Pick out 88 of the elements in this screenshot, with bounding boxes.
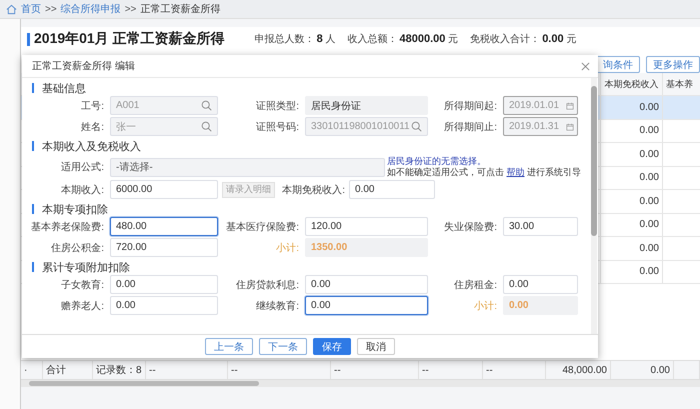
amount-field[interactable]: 0.00 (305, 275, 428, 294)
exempt-income-field[interactable]: 0.00 (349, 180, 435, 199)
amount-field[interactable]: 30.00 (503, 217, 578, 236)
section-title: 本期专项扣除 (42, 202, 108, 216)
field-label: 证照号码: (255, 120, 300, 134)
income-field[interactable]: 6000.00 (110, 180, 218, 199)
dialog-button[interactable]: 取消 (357, 338, 395, 355)
field-label: 失业保险费: (443, 220, 498, 234)
section-title: 基础信息 (42, 82, 86, 96)
field-label: 继续教育: (255, 300, 300, 312)
amount-field[interactable]: 0.00 (503, 275, 578, 294)
formula-note: 居民身份证的无需选择。 (387, 156, 487, 167)
subtotal-field: 0.00 (503, 296, 578, 315)
field-label: 所得期间起: (443, 100, 498, 112)
field-label: 小计: (473, 300, 498, 312)
footer-cell: · (24, 364, 28, 376)
search-icon[interactable] (201, 121, 212, 132)
field-label: 本期免税收入: (281, 184, 346, 196)
breadcrumb-separator: >> (124, 4, 136, 14)
table-cell: 0.00 (640, 266, 659, 278)
formula-select[interactable]: -请选择- (110, 158, 385, 176)
table-cell: 0.00 (640, 102, 659, 113)
field-label: 住房租金: (453, 278, 498, 292)
toolbar-button[interactable]: 更多操作 (646, 56, 700, 73)
table-cell: 0.00 (640, 148, 659, 160)
amount-field[interactable]: 120.00 (305, 217, 428, 236)
table-cell: 0.00 (640, 172, 659, 184)
footer-cell: -- (149, 364, 156, 376)
field-label: 住房贷款利息: (235, 278, 300, 292)
column-header[interactable]: 本期免税收入 (600, 73, 662, 95)
calendar-icon[interactable] (566, 102, 574, 110)
dialog-title: 正常工资薪金所得 编辑 (32, 60, 135, 73)
dialog-button[interactable]: 上一条 (205, 338, 253, 355)
amount-field[interactable]: 0.00 (110, 275, 218, 294)
field-label: 姓名: (80, 120, 105, 134)
calendar-icon[interactable] (566, 122, 574, 130)
field-label: 基本养老保险费: (30, 220, 105, 234)
footer-cell: -- (231, 364, 238, 376)
page-title: 2019年01月 正常工资薪金所得 (34, 30, 225, 48)
toolbar-button[interactable]: 询条件 (596, 56, 640, 73)
table-cell: 0.00 (640, 242, 659, 254)
field-label: 小计: (275, 242, 300, 254)
summary-stat: 免税收入合计： 0.00 元 (470, 32, 576, 46)
table-cell: 0.00 (640, 219, 659, 230)
help-link[interactable]: 帮助 (506, 167, 525, 177)
field-label: 住房公积金: (50, 242, 105, 254)
breadcrumb-item: 正常工资薪金所得 (140, 2, 220, 16)
close-icon[interactable] (581, 62, 590, 70)
help-text: 进行系统引导 (527, 167, 582, 177)
help-text: 如不能确定适用公式，可点击 (387, 167, 504, 177)
footer-cell: -- (334, 364, 341, 376)
field-label: 基本医疗保险费: (225, 220, 300, 234)
field-label: 赡养老人: (60, 300, 105, 312)
readonly-field: 居民身份证 (305, 96, 428, 115)
breadcrumb-separator: >> (45, 4, 57, 14)
horizontal-scrollbar[interactable] (21, 380, 700, 387)
field-label: 所得期间止: (443, 120, 498, 134)
subtotal-field: 1350.00 (305, 238, 428, 257)
section-title: 累计专项附加扣除 (42, 260, 130, 274)
field-label: 适用公式: (60, 160, 105, 174)
column-header[interactable]: 基本养 (662, 73, 700, 95)
footer-cell: -- (486, 364, 493, 376)
footer-cell: 48,000.00 (562, 364, 607, 376)
amount-field[interactable]: 0.00 (305, 296, 428, 315)
home-icon[interactable] (6, 4, 17, 14)
section-title: 本期收入及免税收入 (42, 140, 141, 154)
amount-field[interactable]: 480.00 (110, 217, 218, 236)
field-label: 子女教育: (60, 278, 105, 292)
search-icon[interactable] (201, 100, 212, 111)
table-cell: 0.00 (640, 196, 659, 207)
search-icon[interactable] (411, 121, 422, 132)
summary-stat: 收入总额： 48000.00 元 (348, 32, 458, 46)
field-label: 本期收入: (60, 184, 105, 196)
table-cell: 0.00 (640, 125, 659, 136)
breadcrumb-item[interactable]: 综合所得申报 (60, 2, 121, 16)
field-label: 证照类型: (255, 100, 300, 112)
dialog-button[interactable]: 保存 (313, 338, 351, 355)
amount-field[interactable]: 720.00 (110, 238, 218, 257)
dialog-button[interactable]: 下一条 (259, 338, 307, 355)
footer-cell: -- (422, 364, 429, 376)
breadcrumb-item[interactable]: 首页 (21, 2, 41, 16)
footer-cell-text: 合计 (46, 364, 66, 377)
vertical-scrollbar[interactable] (591, 78, 597, 334)
amount-field[interactable]: 0.00 (110, 296, 218, 315)
field-label: 工号: (80, 100, 105, 112)
summary-stat: 申报总人数： 8 人 (254, 32, 336, 46)
footer-cell-text: 记录数：8 (96, 364, 142, 377)
footer-cell: 0.00 (650, 364, 670, 376)
